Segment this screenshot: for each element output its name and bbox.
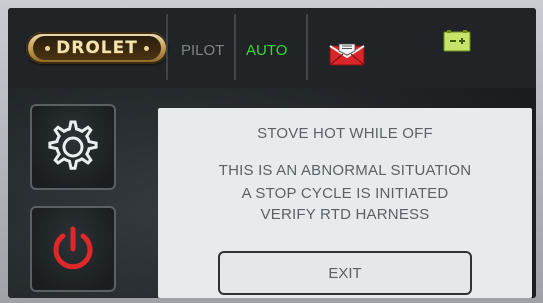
divider <box>306 14 308 80</box>
drolet-logo: DROLET <box>26 32 168 64</box>
alert-message-line: VERIFY RTD HARNESS <box>260 206 430 223</box>
mail-alert-icon[interactable] <box>329 40 365 66</box>
battery-icon[interactable] <box>443 30 471 52</box>
logo-text: DROLET <box>56 38 138 58</box>
power-button[interactable] <box>30 206 116 292</box>
status-bar: DROLET PILOT AUTO <box>8 8 536 88</box>
divider <box>166 14 168 80</box>
pilot-status[interactable]: PILOT <box>181 42 224 59</box>
touch-screen: DROLET PILOT AUTO STOVE HOT WHILE OFF TH… <box>8 8 536 298</box>
exit-button[interactable]: EXIT <box>218 251 472 295</box>
power-icon <box>53 226 93 270</box>
settings-button[interactable] <box>30 104 116 190</box>
divider <box>234 14 236 80</box>
auto-status[interactable]: AUTO <box>246 42 287 59</box>
alert-message-line: A STOP CYCLE IS INITIATED <box>241 185 449 202</box>
alert-message-line: THIS IS AN ABNORMAL SITUATION <box>218 162 472 179</box>
alert-title: STOVE HOT WHILE OFF <box>257 125 433 142</box>
gear-icon <box>48 120 98 170</box>
